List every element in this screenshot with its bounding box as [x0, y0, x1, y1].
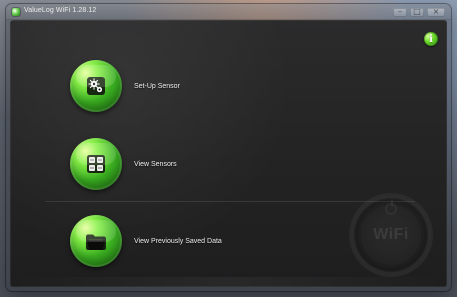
maximize-button[interactable]: □	[410, 7, 424, 17]
sensors-grid-glyph	[87, 155, 105, 173]
menu-item-set-up-sensor[interactable]: Set-Up Sensor	[70, 60, 180, 112]
wifi-watermark-logo: WiFi	[349, 193, 433, 277]
window-controls: – □ ×	[393, 7, 445, 17]
gear-sensor-glyph	[87, 77, 105, 95]
minimize-icon: –	[398, 7, 402, 16]
maximize-icon: □	[413, 7, 421, 16]
menu-label-view-sensors: View Sensors	[134, 160, 177, 168]
menu-label-view-previously-saved-data: View Previously Saved Data	[134, 237, 222, 245]
menu-label-set-up-sensor: Set-Up Sensor	[134, 82, 180, 90]
info-button[interactable]: i	[424, 32, 438, 46]
gear-sensor-icon	[70, 60, 122, 112]
bottom-glow	[10, 277, 447, 287]
folder-icon	[70, 215, 122, 267]
app-icon	[12, 8, 20, 16]
app-window: ValueLog WiFi 1.28.12 – □ × i Set-Up Sen…	[6, 4, 451, 291]
divider	[45, 201, 415, 202]
power-icon	[385, 199, 397, 215]
folder-glyph	[86, 234, 106, 250]
main-content: i Set-Up Sensor View Sensors View Previo…	[10, 20, 447, 287]
sensors-grid-icon	[70, 138, 122, 190]
info-icon: i	[429, 33, 433, 45]
close-button[interactable]: ×	[427, 7, 445, 17]
watermark-text: WiFi	[373, 226, 409, 243]
window-title: ValueLog WiFi 1.28.12	[24, 7, 97, 14]
menu-item-view-previously-saved-data[interactable]: View Previously Saved Data	[70, 215, 222, 267]
minimize-button[interactable]: –	[393, 7, 407, 17]
title-bar[interactable]: ValueLog WiFi 1.28.12 – □ ×	[6, 4, 451, 20]
menu-item-view-sensors[interactable]: View Sensors	[70, 138, 177, 190]
close-icon: ×	[432, 7, 440, 16]
